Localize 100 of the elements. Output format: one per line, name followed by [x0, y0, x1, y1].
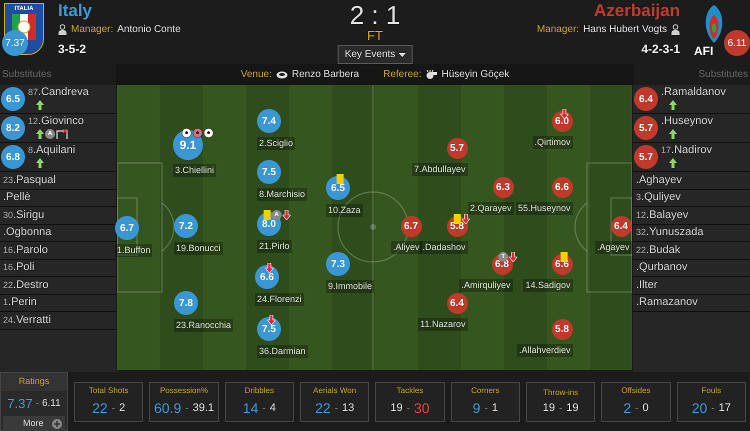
up-arrow-icon	[669, 129, 677, 139]
player-name: 32.Yunuszada	[636, 227, 704, 238]
player-label: 7.Abdullayev	[412, 162, 468, 176]
home-value: 14	[242, 398, 258, 418]
player-label: 23.Ranocchia	[174, 319, 234, 332]
player-label: 36.Darmian	[257, 345, 308, 358]
stat-title: Total Shots	[88, 384, 128, 396]
stat-title: Tackles	[396, 384, 424, 396]
manager-label: Manager:	[71, 23, 114, 37]
up-arrow-icon	[669, 158, 677, 168]
missed-goal-icon	[56, 129, 68, 139]
up-arrow-icon	[36, 129, 44, 139]
separator: -	[112, 402, 116, 416]
stat-title: Fouls	[702, 384, 722, 396]
player-name: 24.Verratti	[3, 314, 51, 326]
ratings-title: Ratings	[1, 373, 67, 390]
away-value: 4	[270, 400, 276, 416]
manager-name: Hans Hubert Vogts	[583, 23, 667, 37]
booking-card-icon	[336, 174, 344, 184]
booking-card-icon	[264, 210, 271, 220]
stat-title: Possession%	[160, 384, 208, 396]
player-label: 55.Huseynov	[516, 202, 572, 215]
player-label: 9.Immobile	[326, 280, 374, 294]
player-name: .Aghayev	[636, 174, 682, 186]
player-name: 22.Budak	[636, 244, 680, 256]
separator: -	[711, 402, 715, 416]
match-status: FT	[367, 28, 383, 44]
down-arrow-icon	[265, 263, 274, 273]
ball-icon	[192, 128, 203, 138]
player-label: 14.Sadigov	[523, 278, 572, 292]
player-name: .Ramaldanov	[661, 87, 726, 98]
home-value: 22	[315, 398, 331, 418]
stat-title: Offsides	[621, 384, 651, 396]
home-value: 19	[542, 400, 555, 416]
score: 2 : 1	[350, 2, 400, 28]
up-arrow-icon	[36, 158, 44, 168]
player-label: 1.Buffon	[115, 244, 152, 258]
player-label: 3.Chiellini	[173, 164, 216, 178]
away-value: 13	[342, 400, 354, 416]
player-label: 24.Florenzi	[255, 293, 304, 306]
venue-name: Renzo Barbera	[292, 68, 360, 82]
player-name: .Qurbanov	[636, 262, 688, 274]
player-name: 22.Destro	[3, 280, 48, 291]
substitutes-heading: Substitutes	[698, 68, 749, 82]
stat-title: Throw-ins	[543, 386, 578, 399]
player-name: 23.Pasqual	[3, 174, 56, 186]
player-name: 12.Balayev	[636, 210, 688, 221]
player-label: 2.Sciglio	[257, 137, 296, 150]
booking-card-icon	[454, 214, 461, 224]
player-name: 1.Perin	[3, 297, 37, 308]
separator: -	[262, 402, 266, 416]
stat-title: Dribbles	[244, 384, 274, 396]
manager-label: Manager:	[536, 23, 580, 37]
formation: 4-2-3-1	[641, 41, 680, 58]
ball-icon	[182, 128, 192, 138]
separator: -	[484, 402, 488, 416]
player-name: 8.Aquilani	[28, 145, 76, 156]
player-label: 21.Pirlo	[257, 240, 292, 254]
away-value: 30	[414, 398, 430, 418]
manager-name: Antonio Conte	[117, 23, 181, 37]
player-name: 30.Sirigu	[3, 210, 44, 221]
home-value: 9	[472, 398, 480, 418]
player-name: .Ramazanov	[636, 297, 698, 308]
team-rating: 6.11	[724, 30, 750, 56]
more-button[interactable]: More	[3, 416, 65, 431]
person-icon	[58, 24, 67, 35]
down-arrow-icon	[560, 108, 568, 118]
player-label: .Agayev	[594, 240, 632, 254]
player-label: .Allahverdiev	[516, 344, 572, 357]
player-label: 2.Qarayev	[468, 202, 514, 215]
player-name: .Ogbonna	[3, 227, 52, 238]
caret-icon	[398, 52, 406, 57]
away-value: 2	[119, 400, 126, 416]
away-value: 17	[718, 400, 731, 416]
player-label: .Dadashov	[420, 240, 468, 254]
player-label: .Amirquliyev	[459, 278, 512, 292]
home-value: 19	[390, 400, 403, 416]
player-name: .Huseynov	[661, 116, 713, 127]
up-arrow-icon	[669, 100, 677, 110]
player-label: 11.Nazarov	[418, 318, 468, 331]
home-value: 60.9	[154, 398, 182, 418]
substitutes-heading: Substitutes	[1, 68, 52, 82]
separator: -	[558, 402, 562, 416]
home-value: 2	[623, 398, 632, 418]
away-rating: 6.11	[42, 396, 61, 411]
ball-icon	[204, 128, 214, 138]
key-events-button[interactable]: Key Events	[338, 45, 412, 64]
team-name: Italy	[58, 2, 92, 19]
away-value: 0	[642, 400, 649, 416]
player-name: 16.Parolo	[3, 244, 48, 256]
down-arrow-icon	[282, 210, 291, 220]
team-name: Azerbaijan	[594, 2, 680, 19]
down-arrow-icon	[267, 315, 276, 325]
player-label: 19.Bonucci	[174, 242, 223, 256]
away-value: 1	[492, 400, 498, 416]
down-arrow-icon	[509, 252, 518, 262]
player-label: .Qirtimov	[532, 136, 572, 149]
up-arrow-icon	[36, 100, 44, 110]
down-arrow-icon	[462, 214, 470, 224]
player-label: .Aliyev	[390, 240, 422, 254]
